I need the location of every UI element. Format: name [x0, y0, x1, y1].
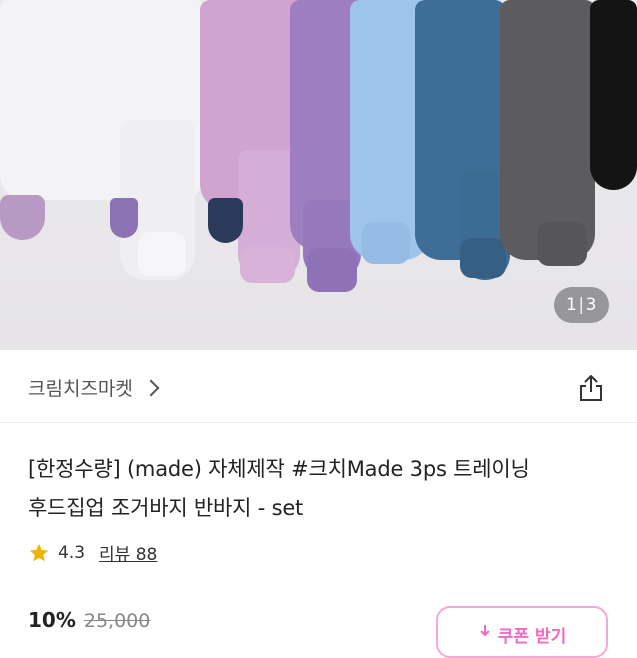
reviews-link[interactable]: 리뷰 88	[99, 540, 157, 565]
image-counter-badge: 1 | 3	[554, 287, 609, 323]
lightblue-cuff	[362, 222, 410, 264]
seller-name: 크림치즈마켓	[28, 378, 133, 400]
original-price: 25,000	[83, 610, 151, 632]
star-icon	[29, 543, 49, 561]
image-counter-total: 3	[585, 295, 597, 315]
pink-cuff	[240, 247, 295, 283]
charcoal-cuff	[537, 222, 587, 266]
product-title: [한정수량] (made) 자체제작 #크치Made 3ps 트레이닝 후드집업…	[28, 450, 618, 528]
price-row: 10% 25,000	[28, 608, 150, 632]
rating-row: 4.3 리뷰 88	[28, 540, 157, 565]
black-hoodie	[590, 0, 637, 190]
chevron-right-icon	[142, 379, 160, 396]
coupon-button[interactable]: 쿠폰 받기	[436, 606, 608, 658]
charcoal-hoodie	[500, 0, 595, 260]
product-title-line-2: 후드집업 조거바지 반바지 - set	[28, 496, 304, 520]
product-title-line-1: [한정수량] (made) 자체제작 #크치Made 3ps 트레이닝	[28, 457, 530, 481]
product-image-gallery[interactable]: 1 | 3	[0, 0, 637, 350]
image-counter-current: 1	[566, 295, 578, 315]
product-photo	[0, 0, 637, 350]
seller-row: 크림치즈마켓	[0, 350, 637, 423]
download-icon	[480, 625, 490, 637]
purple-cuff	[307, 248, 357, 292]
purple-garment	[110, 198, 138, 238]
blue-cuff	[460, 238, 506, 278]
lilac-garment	[0, 195, 45, 240]
coupon-label: 쿠폰 받기	[497, 627, 567, 647]
share-icon[interactable]	[576, 373, 606, 403]
navy-garment	[208, 198, 243, 243]
white-cuff	[138, 232, 186, 276]
discount-rate: 10%	[28, 608, 76, 632]
seller-link[interactable]: 크림치즈마켓	[28, 374, 160, 401]
rating-score: 4.3	[58, 542, 86, 563]
